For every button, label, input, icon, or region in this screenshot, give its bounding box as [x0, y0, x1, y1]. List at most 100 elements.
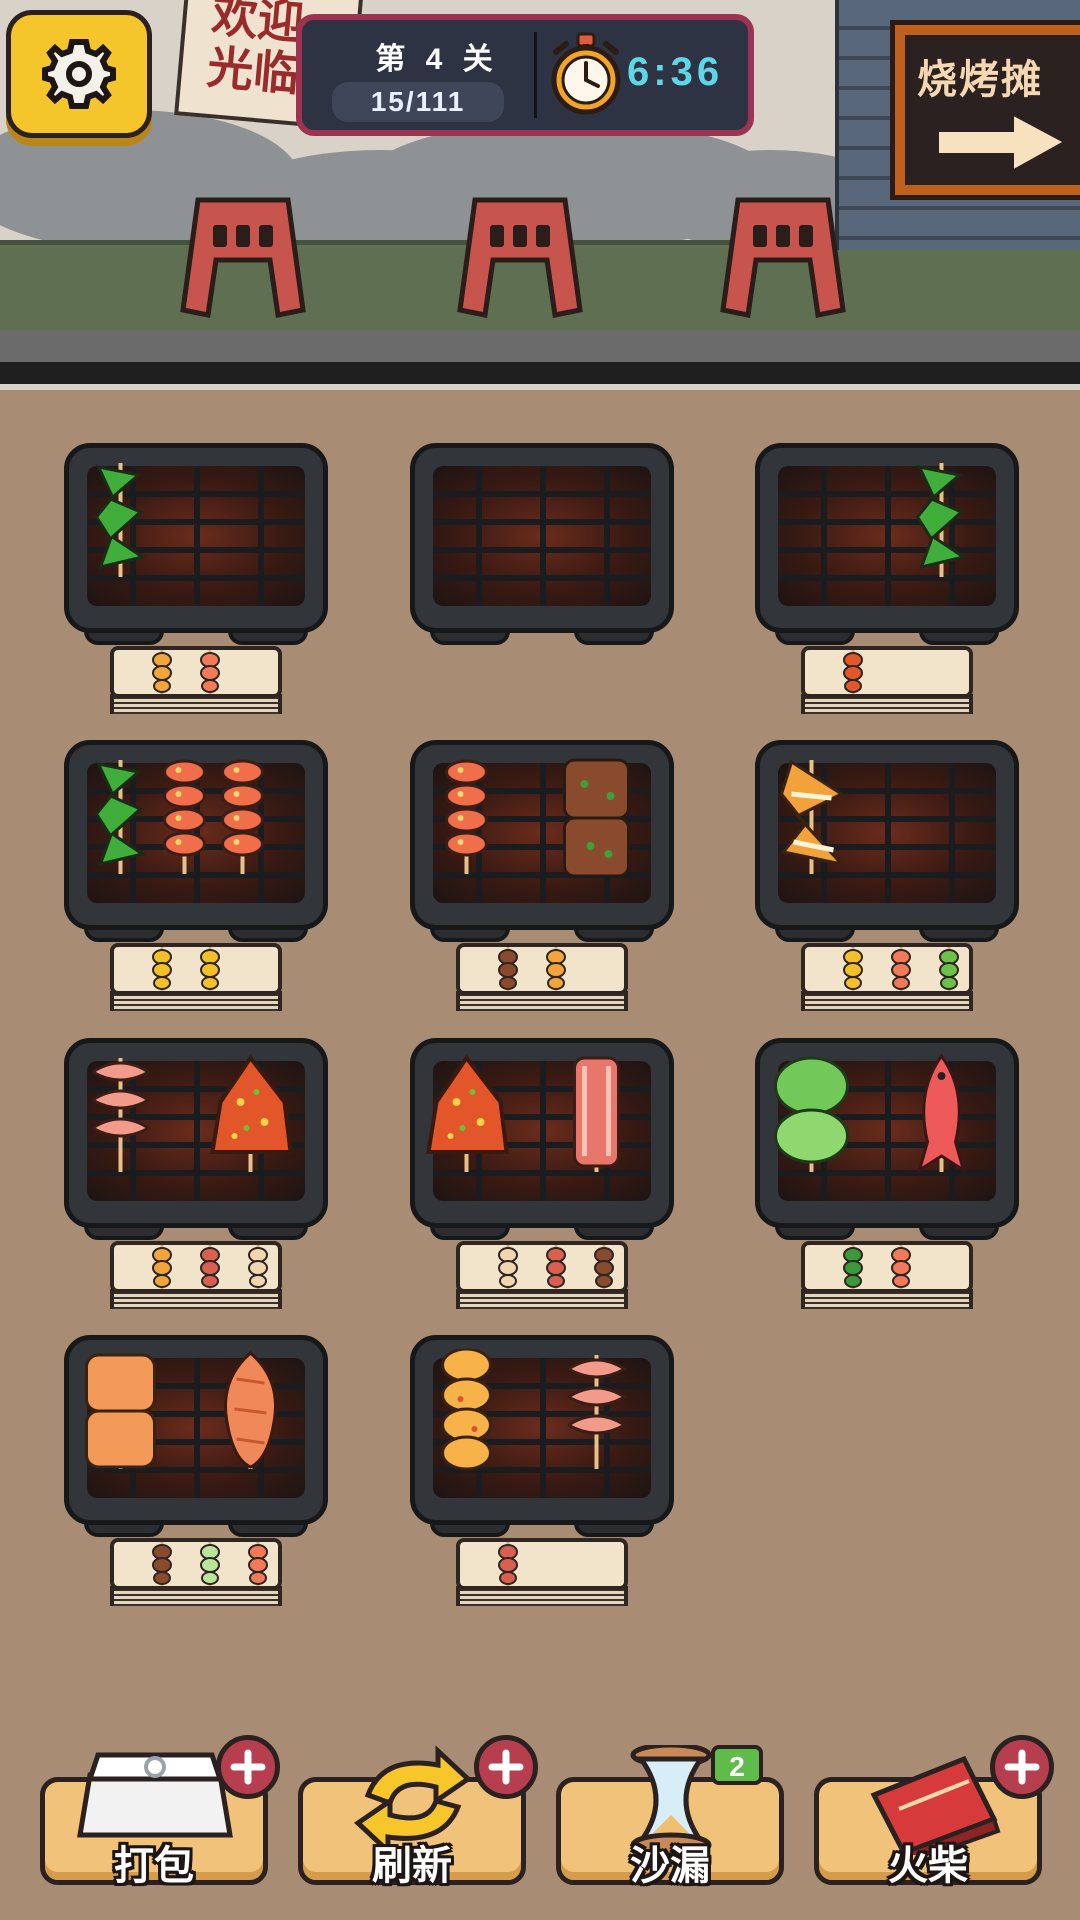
- grill-food: [769, 449, 1009, 599]
- plate-stack-9[interactable]: [801, 1241, 973, 1313]
- corn-skewer: [833, 945, 873, 993]
- stool-icon: [720, 197, 846, 318]
- plus-icon: [230, 1749, 266, 1785]
- chicken-wing-skewer[interactable]: [424, 1052, 509, 1192]
- sausage-skewer: [488, 945, 528, 993]
- grill-3[interactable]: [755, 443, 1019, 653]
- leek-skewer: [833, 1243, 873, 1291]
- gear-icon: [42, 39, 116, 109]
- pack-button[interactable]: 打包: [40, 1735, 280, 1888]
- prawn-skewer[interactable]: [554, 1349, 639, 1489]
- meat-skewer: [536, 1243, 576, 1291]
- grill-food: [78, 1044, 318, 1194]
- grill-10[interactable]: [64, 1335, 328, 1545]
- shrimp-skewer[interactable]: [424, 754, 509, 894]
- matches-button[interactable]: 火柴: [814, 1735, 1054, 1888]
- grill-food: [424, 746, 664, 896]
- refresh-button[interactable]: 刷新: [298, 1735, 538, 1888]
- tofu-skewer[interactable]: [554, 754, 639, 894]
- grill-food: [78, 449, 318, 599]
- green-pepper-skewer[interactable]: [78, 457, 163, 597]
- fish-skewer[interactable]: [899, 1052, 984, 1192]
- grill-food: [424, 1044, 664, 1194]
- mushroom-skewer: [238, 1243, 278, 1291]
- bread-skewer[interactable]: [78, 1349, 163, 1489]
- plate-stack-11[interactable]: [456, 1538, 628, 1610]
- stool-icon: [457, 197, 583, 318]
- shrimp-skewer: [881, 945, 921, 993]
- lettuce-skewer: [929, 945, 969, 993]
- grill-food: [78, 746, 318, 896]
- grill-food: [769, 746, 1009, 896]
- lettuce-skewer[interactable]: [769, 1052, 854, 1192]
- arrow-right-icon: [939, 116, 1063, 169]
- grill-food: [78, 1341, 318, 1491]
- corn-skewer: [190, 945, 230, 993]
- cabbage-skewer: [190, 1540, 230, 1588]
- tool-label: 打包: [114, 1844, 194, 1888]
- grill-1[interactable]: [64, 443, 328, 653]
- plus-button[interactable]: [990, 1735, 1054, 1799]
- tool-label: 火柴: [888, 1844, 968, 1888]
- chicken-wing-skewer[interactable]: [208, 1052, 293, 1192]
- mushroom-skewer: [488, 1243, 528, 1291]
- shrimp-skewer[interactable]: [200, 754, 285, 894]
- plate-stack-5[interactable]: [456, 943, 628, 1015]
- grill-9[interactable]: [755, 1038, 1019, 1248]
- hourglass-button[interactable]: 2 沙漏: [556, 1742, 784, 1888]
- timer-text: 6:36: [627, 50, 724, 94]
- grill-5[interactable]: [410, 740, 674, 950]
- plate-stack-3[interactable]: [801, 646, 973, 718]
- level-title: 第 4 关: [375, 43, 499, 76]
- grill-6[interactable]: [755, 740, 1019, 950]
- shrimp-skewer: [238, 1540, 278, 1588]
- meat-skewer: [190, 1243, 230, 1291]
- plate-stack-8[interactable]: [456, 1241, 628, 1313]
- chicken-leg-skewer: [833, 648, 873, 696]
- tool-label: 刷新: [372, 1844, 452, 1888]
- plate-stack-10[interactable]: [110, 1538, 282, 1610]
- plate-stack-4[interactable]: [110, 943, 282, 1015]
- divider: [534, 32, 537, 118]
- plus-button[interactable]: [474, 1735, 538, 1799]
- bbq-stall-sign[interactable]: 烧烤摊: [890, 20, 1080, 200]
- plus-icon: [1004, 1749, 1040, 1785]
- squid-skewer: [536, 945, 576, 993]
- level-panel: 第 4 关 15/111 6:36: [296, 14, 754, 136]
- meat-skewer: [488, 1540, 528, 1588]
- grill-food: [424, 1341, 664, 1491]
- grill-4[interactable]: [64, 740, 328, 950]
- tofu-skewer: [142, 1540, 182, 1588]
- plus-icon: [488, 1749, 524, 1785]
- bbq-sign-label: 烧烤摊: [917, 58, 1043, 102]
- welcome-sign-line-2: 光临: [205, 40, 302, 101]
- plate-stack-1[interactable]: [110, 646, 282, 718]
- bacon-skewer[interactable]: [554, 1052, 639, 1192]
- grill-11[interactable]: [410, 1335, 674, 1545]
- plate-stack-7[interactable]: [110, 1241, 282, 1313]
- settings-button[interactable]: [6, 10, 152, 138]
- ground-edge: [0, 362, 1080, 384]
- sausage-skewer[interactable]: [208, 1349, 293, 1489]
- squid-skewer: [142, 1243, 182, 1291]
- plus-button[interactable]: [216, 1735, 280, 1799]
- orange-squid-skewer[interactable]: [769, 754, 854, 894]
- green-pepper-skewer[interactable]: [899, 457, 984, 597]
- shrimp-skewer: [190, 648, 230, 696]
- grill-8[interactable]: [410, 1038, 674, 1248]
- shrimp-skewer: [881, 1243, 921, 1291]
- stool-icon: [180, 197, 306, 318]
- grill-food: [769, 1044, 1009, 1194]
- tool-label: 沙漏: [630, 1844, 710, 1888]
- sausage-skewer: [584, 1243, 624, 1291]
- prawn-skewer[interactable]: [78, 1052, 163, 1192]
- stopwatch-icon: [551, 32, 621, 115]
- plate-stack-6[interactable]: [801, 943, 973, 1015]
- grill-2[interactable]: [410, 443, 674, 653]
- grill-7[interactable]: [64, 1038, 328, 1248]
- cheese-skewer[interactable]: [424, 1347, 509, 1489]
- squid-skewer: [142, 648, 182, 696]
- level-progress: 15/111: [332, 82, 504, 122]
- grill-food: [424, 449, 664, 599]
- corn-skewer: [142, 945, 182, 993]
